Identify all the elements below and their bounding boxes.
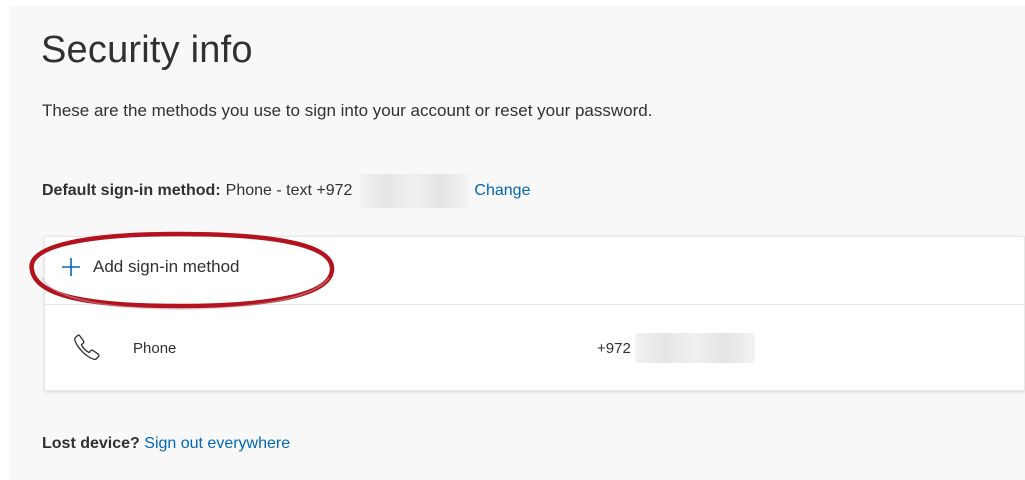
method-list-item: Phone +972 [45, 305, 1024, 391]
plus-icon [62, 258, 80, 276]
method-type-label: Phone [133, 340, 177, 357]
sign-in-methods-card: Add sign-in method Phone +972 [44, 236, 1025, 391]
method-value: +972 [597, 333, 755, 363]
redacted-phone-number [634, 333, 755, 363]
redacted-phone-number [360, 174, 469, 208]
method-phone-prefix: +972 [597, 339, 631, 357]
default-sign-in-method: Default sign-in method: Phone - text +97… [42, 174, 530, 208]
default-method-value: Phone - text +972 [225, 182, 353, 199]
change-default-method-link[interactable]: Change [474, 182, 530, 200]
page-description: These are the methods you use to sign in… [42, 101, 653, 120]
page-title: Security info [41, 29, 253, 71]
add-method-row: Add sign-in method [45, 237, 1024, 305]
default-method-label: Default sign-in method: [42, 182, 221, 199]
add-sign-in-method-button[interactable]: Add sign-in method [61, 257, 239, 277]
sign-out-everywhere-link[interactable]: Sign out everywhere [144, 435, 290, 452]
add-sign-in-method-label: Add sign-in method [93, 257, 240, 276]
lost-device-section: Lost device? Sign out everywhere [42, 435, 290, 453]
phone-icon [74, 334, 100, 361]
lost-device-label: Lost device? [42, 435, 140, 452]
